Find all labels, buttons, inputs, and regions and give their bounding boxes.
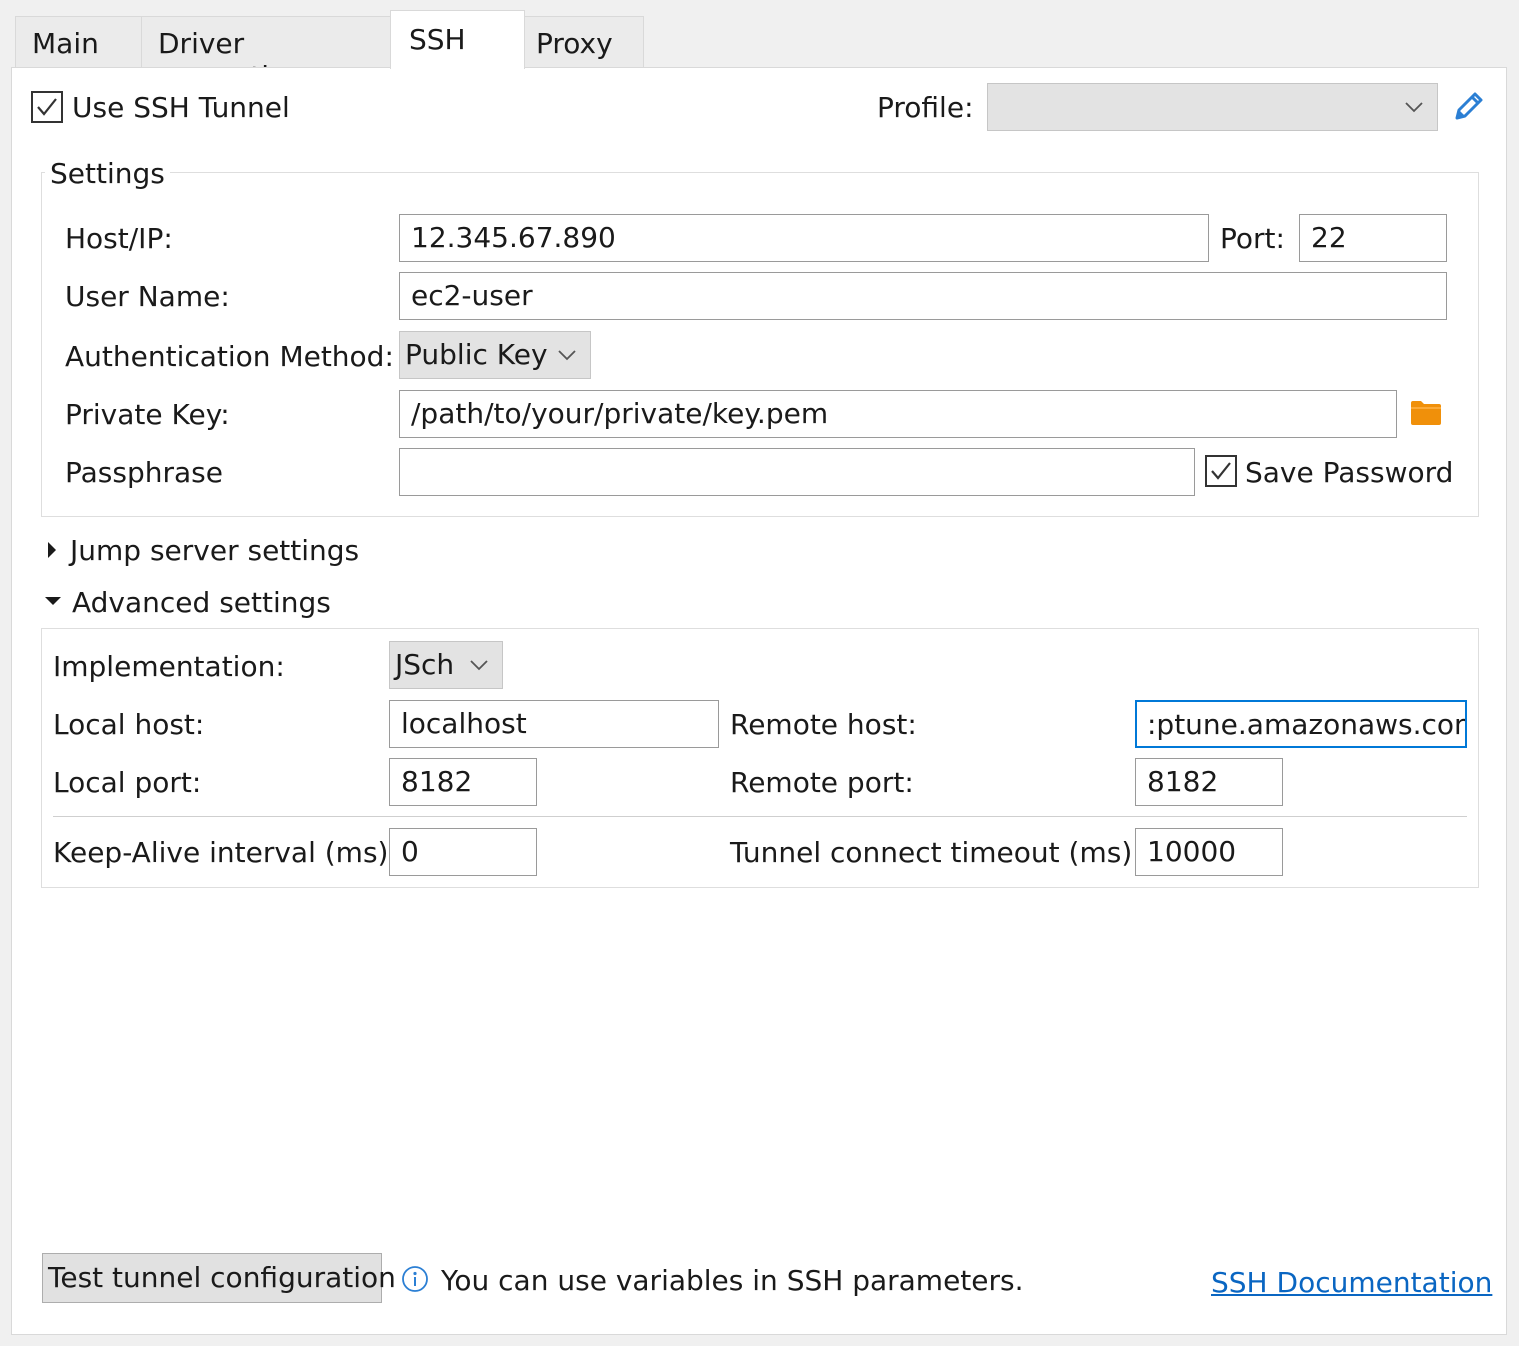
settings-legend: Settings: [45, 160, 170, 188]
test-tunnel-button[interactable]: Test tunnel configuration: [42, 1253, 396, 1303]
user-name-label: User Name:: [65, 280, 230, 313]
port-label: Port:: [1220, 222, 1285, 255]
checkmark-icon: [37, 98, 57, 116]
host-input[interactable]: 12.345.67.890: [399, 214, 1209, 262]
implementation-label: Implementation:: [53, 650, 285, 683]
chevron-down-icon: [470, 660, 488, 671]
private-key-input[interactable]: /path/to/your/private/key.pem: [399, 390, 1397, 438]
passphrase-label: Passphrase: [65, 456, 223, 489]
triangle-down-icon[interactable]: [43, 594, 63, 608]
advanced-divider: [53, 816, 1467, 817]
local-port-label: Local port:: [53, 766, 202, 799]
local-host-input[interactable]: localhost: [389, 700, 719, 748]
remote-port-input[interactable]: 8182: [1135, 758, 1283, 806]
checkmark-icon: [1211, 462, 1231, 480]
tab-ssh[interactable]: SSH: [390, 10, 525, 69]
tunnel-timeout-label: Tunnel connect timeout (ms):: [730, 836, 1142, 869]
chevron-down-icon: [558, 350, 576, 361]
tab-proxy-label: Proxy: [536, 27, 613, 60]
auth-method-label: Authentication Method:: [65, 340, 394, 373]
tab-proxy[interactable]: Proxy: [524, 16, 644, 68]
tab-main-label: Main: [32, 27, 99, 60]
keepalive-label: Keep-Alive interval (ms):: [53, 836, 398, 869]
remote-host-label: Remote host:: [730, 708, 917, 741]
implementation-value: JSch: [395, 648, 455, 681]
tunnel-timeout-input[interactable]: 10000: [1135, 828, 1283, 876]
remote-host-input[interactable]: :ptune.amazonaws.com: [1135, 700, 1467, 748]
auth-method-value: Public Key: [405, 338, 548, 371]
port-input[interactable]: 22: [1299, 214, 1447, 262]
pencil-icon[interactable]: [1450, 89, 1486, 125]
local-host-label: Local host:: [53, 708, 205, 741]
remote-port-label: Remote port:: [730, 766, 914, 799]
auth-method-select[interactable]: Public Key: [399, 331, 591, 379]
profile-label: Profile:: [877, 91, 974, 124]
save-password-checkbox[interactable]: [1205, 455, 1237, 487]
info-text: You can use variables in SSH parameters.: [441, 1264, 1024, 1297]
save-password-label: Save Password: [1245, 456, 1454, 489]
profile-select[interactable]: [987, 83, 1438, 131]
host-label: Host/IP:: [65, 222, 173, 255]
local-port-input[interactable]: 8182: [389, 758, 537, 806]
ssh-documentation-link[interactable]: SSH Documentation: [1211, 1266, 1492, 1299]
folder-icon[interactable]: [1410, 400, 1442, 426]
use-ssh-tunnel-checkbox[interactable]: [31, 91, 63, 123]
chevron-down-icon: [1405, 102, 1423, 113]
tab-driver-properties[interactable]: Driver properties: [141, 16, 391, 93]
remote-host-value: :ptune.amazonaws.com: [1147, 708, 1467, 741]
use-ssh-tunnel-label: Use SSH Tunnel: [72, 91, 290, 124]
passphrase-input[interactable]: [399, 448, 1195, 496]
triangle-right-icon[interactable]: [45, 540, 59, 560]
info-icon: [402, 1266, 428, 1292]
advanced-settings-toggle[interactable]: Advanced settings: [72, 589, 331, 617]
user-name-input[interactable]: ec2-user: [399, 272, 1447, 320]
tab-ssh-label: SSH: [409, 23, 466, 56]
jump-server-toggle[interactable]: Jump server settings: [70, 537, 359, 565]
keepalive-input[interactable]: 0: [389, 828, 537, 876]
tab-main[interactable]: Main: [15, 16, 142, 68]
private-key-label: Private Key:: [65, 398, 230, 431]
implementation-select[interactable]: JSch: [389, 641, 503, 689]
